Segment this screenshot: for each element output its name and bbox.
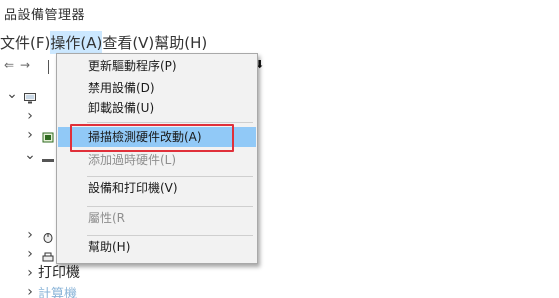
menu-help[interactable]: 幫助(H) <box>154 31 207 54</box>
menu-divider <box>87 176 253 177</box>
menu-item-update-driver[interactable]: 更新驅動程序(P) <box>58 56 256 76</box>
menu-action[interactable]: 操作(A) <box>50 30 103 54</box>
chevron-right-icon[interactable]: › <box>24 246 36 262</box>
chip-icon <box>42 128 54 143</box>
drive-icon <box>42 152 54 163</box>
chevron-right-icon[interactable]: › <box>24 108 36 124</box>
menu-divider <box>87 122 253 123</box>
menu-item-help[interactable]: 幫助(H) <box>58 237 256 257</box>
menu-item-disable-device[interactable]: 禁用設備(D) <box>58 78 256 98</box>
tree-node-printers[interactable]: 打印機 <box>38 262 80 282</box>
menu-file[interactable]: 文件(F) <box>0 31 50 54</box>
chevron-down-icon[interactable]: ⌄ <box>6 86 18 102</box>
menu-view[interactable]: 查看(V) <box>102 31 154 54</box>
menu-divider <box>87 206 253 207</box>
device-manager-window: 品設備管理器 文件(F) 操作(A) 查看(V) 幫助(H) ⇐ → ⬇ ⌄ ›… <box>0 0 559 298</box>
menu-item-add-legacy-hardware: 添加過時硬件(L) <box>88 153 177 167</box>
printer-icon <box>42 248 54 262</box>
menu-item-uninstall-device[interactable]: 卸載設備(U) <box>58 98 256 118</box>
chevron-right-icon[interactable]: › <box>24 265 36 281</box>
chevron-down-icon[interactable]: ⌄ <box>24 147 36 163</box>
tree-node-computer[interactable]: 計算機 <box>38 283 77 298</box>
mouse-icon <box>42 228 54 243</box>
chevron-right-icon[interactable]: › <box>24 227 36 243</box>
chevron-right-icon[interactable]: › <box>24 127 36 143</box>
action-context-menu: 更新驅動程序(P) 禁用設備(D) 卸載設備(U) 掃描檢測硬件改動(A) 添加… <box>56 53 258 264</box>
menu-item-devices-printers[interactable]: 設備和打印機(V) <box>58 178 256 198</box>
forward-icon[interactable]: → <box>20 58 30 72</box>
computer-icon <box>24 89 36 104</box>
chevron-right-icon[interactable]: › <box>24 284 36 298</box>
menu-bar: 文件(F) 操作(A) 查看(V) 幫助(H) <box>0 30 207 54</box>
menu-item-properties: 屬性(R <box>88 211 126 225</box>
menu-divider <box>87 235 253 236</box>
back-icon[interactable]: ⇐ <box>4 58 14 72</box>
menu-item-scan-hardware[interactable]: 掃描檢測硬件改動(A) <box>58 127 256 147</box>
window-title: 品設備管理器 <box>4 8 86 23</box>
toolbar-separator <box>48 60 49 74</box>
